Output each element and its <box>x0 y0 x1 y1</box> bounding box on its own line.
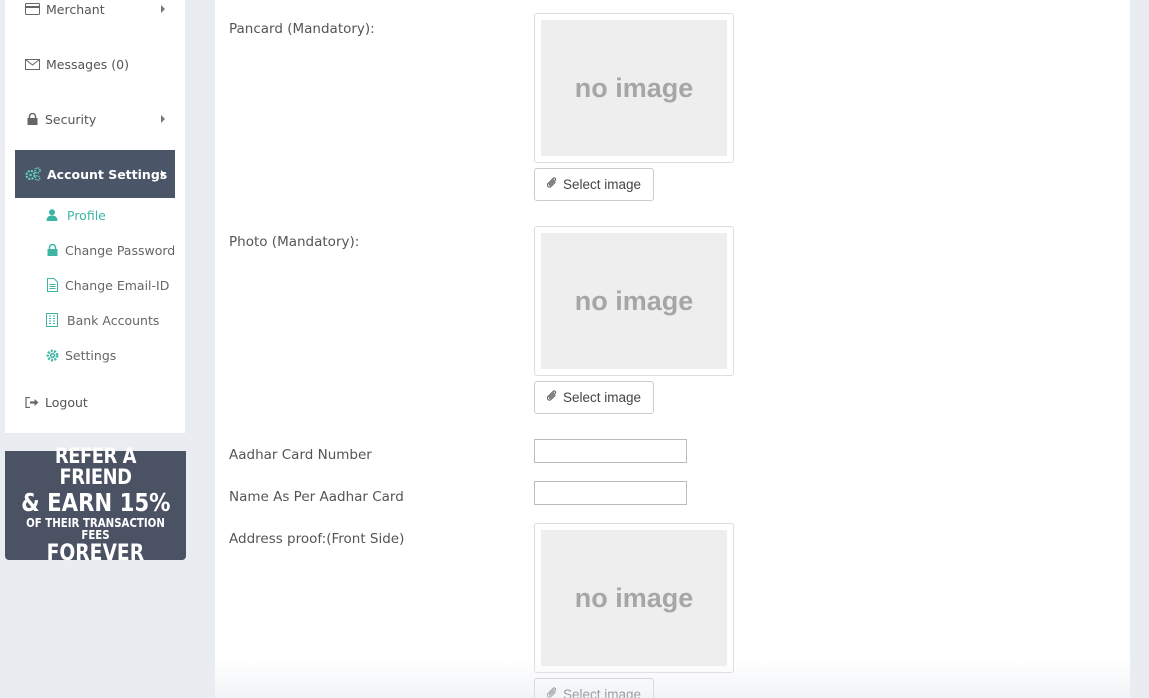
select-image-label: Select image <box>563 687 642 698</box>
pancard-select-image-button[interactable]: Select image <box>534 168 655 201</box>
address-proof-front-label: Address proof:(Front Side) <box>229 531 405 547</box>
sidebar-item-account-settings[interactable]: Account Settings <box>15 150 175 198</box>
photo-label: Photo (Mandatory): <box>229 234 360 250</box>
envelope-icon <box>24 56 40 72</box>
refer-a-friend-banner[interactable]: REFER A FRIEND & EARN 15% OF THEIR TRANS… <box>5 446 186 565</box>
sidebar-subitem-change-password[interactable]: Change Password <box>45 238 175 262</box>
sidebar: Merchant Messages (0) Security Account S… <box>5 0 185 433</box>
aadhar-number-label: Aadhar Card Number <box>229 447 372 463</box>
sidebar-subitem-profile[interactable]: Profile <box>45 203 106 227</box>
caret-right-icon <box>161 170 165 178</box>
sidebar-item-label: Merchant <box>46 1 105 17</box>
sidebar-subitem-label: Change Email-ID <box>65 277 170 293</box>
caret-right-icon <box>161 115 165 123</box>
sidebar-item-label: Logout <box>45 394 88 410</box>
no-image-placeholder: no image <box>541 20 727 156</box>
sidebar-subitem-settings[interactable]: Settings <box>45 343 116 367</box>
photo-image-preview: no image <box>534 226 734 376</box>
select-image-label: Select image <box>563 177 642 192</box>
banner-line-4: FOREVER <box>46 541 145 566</box>
banner-line-3: OF THEIR TRANSACTION FEES <box>26 516 165 542</box>
sidebar-subitem-label: Settings <box>65 347 117 363</box>
lock-icon <box>24 111 40 127</box>
sidebar-subitem-label: Profile <box>67 207 106 223</box>
caret-right-icon <box>161 5 165 13</box>
photo-select-image-button[interactable]: Select image <box>534 381 655 414</box>
document-icon <box>45 278 59 292</box>
sidebar-item-label: Account Settings <box>47 166 168 182</box>
sidebar-subitem-label: Bank Accounts <box>67 312 160 328</box>
sidebar-item-messages[interactable]: Messages (0) <box>5 46 185 82</box>
aadhar-name-input[interactable] <box>534 481 687 505</box>
aadhar-number-input[interactable] <box>534 439 687 463</box>
address-proof-front-image-preview: no image <box>534 523 734 673</box>
no-image-placeholder: no image <box>541 233 727 369</box>
sidebar-item-logout[interactable]: Logout <box>5 384 185 420</box>
pancard-label: Pancard (Mandatory): <box>229 21 375 37</box>
profile-form: Pancard (Mandatory): no image Select ima… <box>215 0 1130 698</box>
lock-icon <box>45 243 59 257</box>
select-image-label: Select image <box>563 390 642 405</box>
banner-line-2: & EARN 15% <box>20 488 171 517</box>
paperclip-icon <box>546 390 558 405</box>
sidebar-subitem-label: Change Password <box>65 242 176 258</box>
no-image-placeholder: no image <box>541 530 727 666</box>
sidebar-item-security[interactable]: Security <box>5 101 185 137</box>
paperclip-icon <box>546 177 558 192</box>
credit-card-icon <box>24 1 40 17</box>
sidebar-subitem-bank-accounts[interactable]: Bank Accounts <box>45 308 159 332</box>
sidebar-item-merchant[interactable]: Merchant <box>5 0 185 27</box>
sidebar-subitem-change-email[interactable]: Change Email-ID <box>45 273 169 297</box>
pancard-image-preview: no image <box>534 13 734 163</box>
building-icon <box>45 313 59 327</box>
user-icon <box>45 208 59 222</box>
sidebar-item-label: Messages (0) <box>46 56 129 72</box>
sidebar-item-label: Security <box>45 111 97 127</box>
banner-line-1: REFER A FRIEND <box>54 444 137 489</box>
gear-icon <box>45 348 59 362</box>
sign-out-icon <box>24 394 40 410</box>
paperclip-icon <box>546 687 558 698</box>
aadhar-name-label: Name As Per Aadhar Card <box>229 489 404 505</box>
cogs-icon <box>25 166 41 182</box>
address-proof-front-select-image-button[interactable]: Select image <box>534 678 655 698</box>
